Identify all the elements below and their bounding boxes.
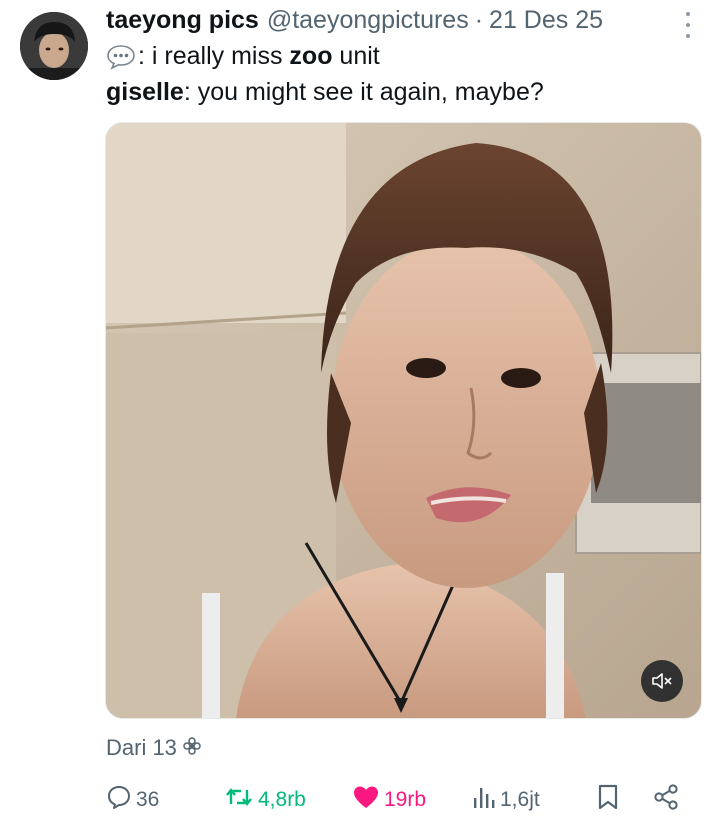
text-after: unit [332,42,380,70]
separator-dot: · [474,6,484,34]
share-icon [652,783,684,817]
views-icon [472,784,500,816]
text-bold: zoo [289,42,333,70]
share-button[interactable] [652,782,684,818]
like-button[interactable]: 19rb [352,782,426,818]
heart-icon [352,784,384,816]
tweet-date[interactable]: 21 Des 25 [489,6,603,35]
action-bar: 36 4,8rb 19rb 1,6jt [106,782,696,818]
repost-icon [224,784,258,816]
speaker-name: giselle [106,78,184,106]
text-prefix: : [138,42,145,70]
more-dot [686,12,690,16]
more-dot [686,34,690,38]
reply-button[interactable]: 36 [106,782,159,818]
repost-count: 4,8rb [258,788,306,811]
flower-icon [183,735,201,761]
video-player[interactable] [105,122,702,719]
speech-bubble-emoji [106,44,136,70]
speaker-muted-icon[interactable] [641,660,683,702]
views-count: 1,6jt [500,788,540,811]
reply-count: 36 [136,788,160,811]
avatar[interactable] [20,12,88,80]
reply-icon [106,784,136,816]
text-before: i really miss [144,42,290,70]
bookmark-button[interactable] [596,782,624,818]
views-button[interactable]: 1,6jt [472,782,540,818]
repost-button[interactable]: 4,8rb [224,782,306,818]
author-name[interactable]: taeyong pics [106,6,259,35]
tweet-text-line-2: giselle : you might see it again, maybe? [106,78,544,107]
like-count: 19rb [384,788,427,811]
source-text: Dari 13 [106,735,177,760]
bookmark-icon [596,783,624,817]
tweet-text-line-1: : i really miss zoo unit [106,42,380,71]
source-label[interactable]: Dari 13 [106,735,201,761]
speaker-text: : you might see it again, maybe? [183,78,544,106]
more-vertical-icon[interactable] [682,12,694,38]
tweet: taeyong pics @taeyongpictures · 21 Des 2… [0,0,720,830]
author-handle[interactable]: @taeyongpictures [267,6,469,35]
more-dot [686,23,690,27]
tweet-header: taeyong pics @taeyongpictures · 21 Des 2… [106,6,660,42]
